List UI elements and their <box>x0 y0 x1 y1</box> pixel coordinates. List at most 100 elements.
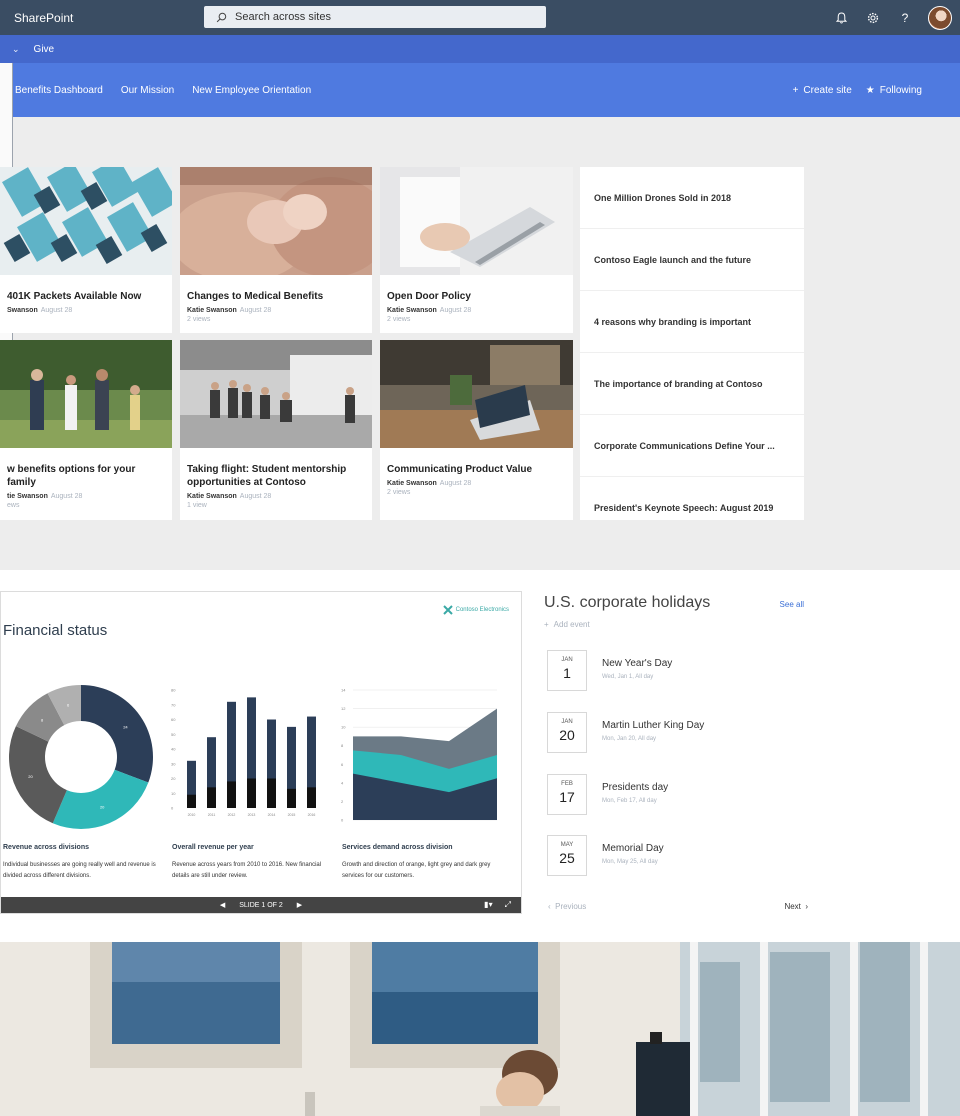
nav-link-our-mission[interactable]: Our Mission <box>121 85 174 96</box>
news-card-views: 2 views <box>387 316 411 323</box>
site-header: Benefits Dashboard Our Mission New Emplo… <box>0 63 960 117</box>
event-date-box: FEB 17 <box>547 774 587 815</box>
news-card-views: 2 views <box>387 489 411 496</box>
news-card-title[interactable]: w benefits options for your family <box>0 453 172 489</box>
event-when: Wed, Jan 1, All day <box>602 674 654 680</box>
search-box[interactable]: Search across sites <box>204 6 546 28</box>
event-month: JAN <box>561 657 573 663</box>
news-card-author: Swanson <box>7 307 38 314</box>
news-card-meta: Katie Swanson August 28 <box>180 489 372 500</box>
y-tick-label: 10 <box>171 791 176 796</box>
y-tick-label: 8 <box>341 743 344 748</box>
event-when: Mon, May 25, All day <box>602 859 658 865</box>
news-card-title[interactable]: Open Door Policy <box>380 280 573 303</box>
fullscreen-icon[interactable]: ⤢ <box>505 900 511 910</box>
news-card-date: August 28 <box>50 493 83 500</box>
news-card[interactable]: w benefits options for your family tie S… <box>0 340 172 520</box>
news-card-title[interactable]: Taking flight: Student mentorship opport… <box>180 453 372 489</box>
gear-icon[interactable] <box>864 9 882 27</box>
add-event-button[interactable]: + Add event <box>544 620 814 629</box>
create-site-button[interactable]: + Create site <box>793 85 852 96</box>
col-heading-revenue: Revenue across divisions <box>3 844 89 851</box>
news-card[interactable]: 401K Packets Available Now Swanson August… <box>0 167 172 333</box>
y-tick-label: 50 <box>171 732 176 737</box>
news-list-item[interactable]: One Million Drones Sold in 2018 <box>580 167 804 229</box>
col-desc-revenue: Individual businesses are going really w… <box>3 862 156 879</box>
next-label: Next <box>784 902 801 911</box>
services-area-chart: 0 2 4 6 8 10 12 14 <box>341 688 497 823</box>
news-card-author: Katie Swanson <box>187 307 237 314</box>
previous-button[interactable]: ‹ Previous <box>548 902 586 911</box>
y-tick-label: 20 <box>171 776 176 781</box>
logo-text: Contoso Electronics <box>455 607 509 613</box>
event-date-box: JAN 20 <box>547 712 587 753</box>
news-card-date: August 28 <box>439 307 472 314</box>
following-label: Following <box>879 84 922 96</box>
nav-link-benefits-dashboard[interactable]: Benefits Dashboard <box>15 85 103 96</box>
next-slide-icon[interactable]: ▶ <box>297 901 302 909</box>
event-when: Mon, Jan 20, All day <box>602 736 657 742</box>
nav-link-new-employee-orientation[interactable]: New Employee Orientation <box>192 85 311 96</box>
y-tick-label: 40 <box>171 747 176 752</box>
news-card-meta: tie Swanson August 28 <box>0 489 172 500</box>
event-date-box: JAN 1 <box>547 650 587 691</box>
news-card[interactable]: Changes to Medical Benefits Katie Swanso… <box>180 167 372 333</box>
col-heading-services: Services demand across division <box>342 844 453 851</box>
bell-icon[interactable] <box>832 9 850 27</box>
event-month: JAN <box>561 719 573 725</box>
news-card-title[interactable]: Communicating Product Value <box>380 453 573 476</box>
following-button[interactable]: ★ Following <box>866 85 922 96</box>
event-day: 1 <box>563 665 571 681</box>
news-card[interactable]: Communicating Product Value Katie Swanso… <box>380 340 573 520</box>
news-card-title[interactable]: 401K Packets Available Now <box>0 280 172 303</box>
news-list-item[interactable]: The importance of branding at Contoso <box>580 353 804 415</box>
event-month: FEB <box>561 781 573 787</box>
bar-segment <box>287 788 296 808</box>
hub-link-give[interactable]: Give <box>34 44 55 55</box>
view-mode-icon[interactable]: ▮▾ <box>484 900 492 910</box>
plus-icon: + <box>792 84 799 96</box>
next-button[interactable]: Next › <box>784 902 808 911</box>
news-card-title[interactable]: Changes to Medical Benefits <box>180 280 372 303</box>
event-date-box: MAY 25 <box>547 835 587 876</box>
news-list-item[interactable]: Corporate Communications Define Your ... <box>580 415 804 477</box>
event-month: MAY <box>560 842 574 848</box>
donut-slice <box>52 769 149 829</box>
help-icon[interactable]: ? <box>896 9 914 27</box>
x-tick-label: 2014 <box>268 813 276 817</box>
news-card[interactable]: Open Door Policy Katie Swanson August 28 … <box>380 167 573 333</box>
hub-bar: ⌄ Give <box>0 35 960 63</box>
prev-slide-icon[interactable]: ◀ <box>220 901 225 909</box>
hero-photo <box>0 942 960 1116</box>
previous-label: Previous <box>555 902 587 911</box>
event-item[interactable]: JAN 20 Martin Luther King Day Mon, Jan 2… <box>544 712 814 756</box>
see-all-link[interactable]: See all <box>780 600 804 609</box>
news-list-item[interactable]: 4 reasons why branding is important <box>580 291 804 353</box>
avatar[interactable] <box>928 5 952 30</box>
revenue-donut-chart: 24202086 <box>8 685 153 829</box>
donut-slice <box>8 726 67 824</box>
chevron-down-icon[interactable]: ⌄ <box>12 44 20 55</box>
bar-segment <box>187 794 196 808</box>
event-name: Presidents day <box>602 782 669 793</box>
event-name: Martin Luther King Day <box>602 720 705 731</box>
news-list-item[interactable]: Contoso Eagle launch and the future <box>580 229 804 291</box>
search-placeholder: Search across sites <box>235 11 331 23</box>
revenue-bar-chart: 0 10 20 30 40 50 60 70 80 2010 2011 2012 2013 2014 201… <box>171 688 316 817</box>
y-tick-label: 10 <box>341 725 346 730</box>
news-card-image <box>380 340 573 448</box>
event-item[interactable]: FEB 17 Presidents day Mon, Feb 17, All d… <box>544 774 814 818</box>
y-tick-label: 12 <box>341 706 346 711</box>
event-item[interactable]: MAY 25 Memorial Day Mon, May 25, All day <box>544 835 814 879</box>
news-card-author: Katie Swanson <box>187 493 237 500</box>
news-card[interactable]: Taking flight: Student mentorship opport… <box>180 340 372 520</box>
bar-segment <box>247 778 256 808</box>
news-card-views: 2 views <box>187 316 211 323</box>
news-list-item[interactable]: President's Keynote Speech: August 2019 <box>580 477 804 539</box>
y-tick-label: 2 <box>341 799 344 804</box>
app-name[interactable]: SharePoint <box>14 11 73 25</box>
y-tick-label: 30 <box>171 761 176 766</box>
y-tick-label: 14 <box>341 688 346 693</box>
event-item[interactable]: JAN 1 New Year's Day Wed, Jan 1, All day <box>544 650 814 694</box>
event-when: Mon, Feb 17, All day <box>602 798 657 804</box>
